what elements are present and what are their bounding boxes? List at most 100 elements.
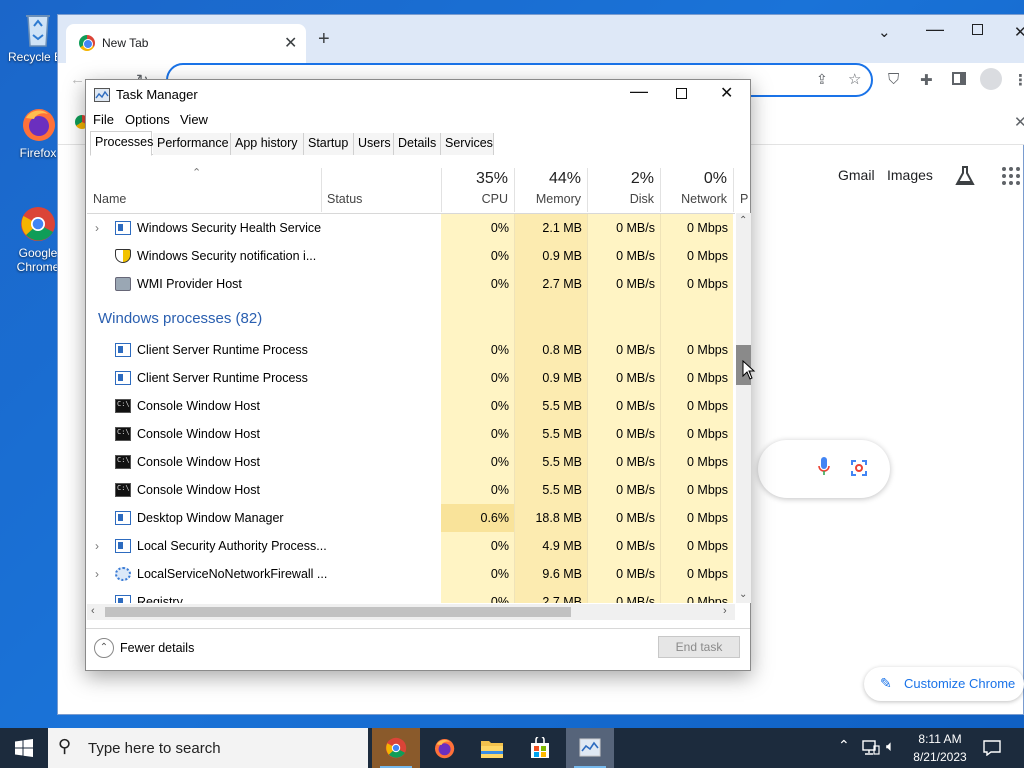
bookmark-star-icon[interactable]: ☆ — [848, 70, 861, 88]
bar-close-icon[interactable]: ✕ — [1014, 113, 1024, 131]
extensions-puzzle-icon[interactable]: ✚ — [920, 71, 933, 89]
taskbar-firefox-button[interactable] — [420, 728, 468, 768]
network-value: 0 Mbps — [687, 483, 728, 497]
process-row[interactable]: Client Server Runtime Process 0% 0.8 MB 0 M… — [87, 336, 735, 364]
process-name: Console Window Host — [137, 455, 260, 469]
side-panel-icon[interactable] — [952, 72, 966, 85]
process-row[interactable]: Console Window Host 0% 5.5 MB 0 MB/s 0 Mbps — [87, 392, 735, 420]
menu-options[interactable]: Options — [125, 112, 170, 127]
scroll-right-icon[interactable]: › — [723, 605, 727, 617]
process-row[interactable]: Desktop Window Manager 0.6% 18.8 MB 0 MB/s 0… — [87, 504, 735, 532]
taskbar-chrome-button[interactable] — [372, 728, 420, 768]
gmail-link[interactable]: Gmail — [838, 167, 875, 183]
disk-value: 0 MB/s — [616, 371, 655, 385]
minimize-icon[interactable]: — — [926, 19, 944, 40]
tab-processes[interactable]: Processes — [90, 131, 153, 156]
notification-center-icon[interactable] — [983, 740, 1001, 759]
taskbar-time[interactable]: 8:11 AM — [908, 732, 972, 746]
disk-value: 0 MB/s — [616, 343, 655, 357]
tab-startup[interactable]: Startup — [304, 133, 354, 155]
process-row[interactable]: › LocalServiceNoNetworkFirewall ... 0% 9.6 … — [87, 560, 735, 588]
minimize-icon[interactable]: — — [630, 81, 648, 102]
process-row[interactable]: › Windows Security Health Service 0% 2.1 MB… — [87, 214, 735, 242]
close-window-icon[interactable]: ✕ — [1014, 23, 1024, 41]
network-icon[interactable] — [862, 740, 880, 759]
network-value: 0 Mbps — [687, 343, 728, 357]
scroll-down-icon[interactable]: ⌄ — [739, 589, 747, 600]
process-row[interactable]: Registry 0% 2.7 MB 0 MB/s 0 Mbps — [87, 588, 735, 603]
close-icon[interactable]: ✕ — [720, 83, 733, 103]
taskbar-date[interactable]: 8/21/2023 — [908, 750, 972, 764]
cpu-value: 0% — [490, 277, 509, 291]
scroll-up-icon[interactable]: ⌃ — [739, 215, 747, 226]
new-tab-button[interactable]: + — [318, 29, 330, 49]
cpu-value: 0% — [490, 371, 509, 385]
maximize-icon[interactable] — [676, 88, 687, 99]
taskbar-search-box[interactable]: ⚲ Type here to search — [48, 728, 368, 768]
cpu-value: 0% — [490, 249, 509, 263]
disk-value: 0 MB/s — [616, 539, 655, 553]
network-value: 0 Mbps — [687, 427, 728, 441]
profile-avatar-icon[interactable] — [980, 68, 1002, 90]
cpu-value: 0% — [490, 595, 509, 603]
chrome-icon — [18, 204, 58, 244]
voice-search-mic-icon[interactable] — [818, 457, 830, 480]
collapse-chevron-icon[interactable]: ⌃ — [94, 638, 114, 658]
google-apps-icon[interactable] — [1002, 167, 1022, 187]
taskbar-store-button[interactable] — [516, 728, 564, 768]
expand-chevron-icon[interactable]: › — [95, 214, 99, 242]
menu-file[interactable]: File — [93, 112, 114, 127]
tab-close-icon[interactable]: ✕ — [284, 33, 297, 53]
column-status[interactable]: Status — [327, 192, 362, 206]
google-search-box[interactable] — [758, 440, 890, 498]
process-row[interactable]: Client Server Runtime Process 0% 0.9 MB 0 M… — [87, 364, 735, 392]
process-row[interactable]: Windows Security notification i... 0% 0.9 … — [87, 242, 735, 270]
scroll-left-icon[interactable]: ‹ — [91, 605, 95, 617]
extension-shield-icon[interactable]: ⛉ — [888, 71, 899, 88]
tab-details[interactable]: Details — [394, 133, 441, 155]
app-window-icon — [115, 371, 131, 385]
end-task-button[interactable]: End task — [658, 636, 740, 658]
expand-chevron-icon[interactable]: › — [95, 532, 99, 560]
taskbar-file-explorer-button[interactable] — [468, 728, 516, 768]
horizontal-scroll-thumb[interactable] — [105, 607, 571, 617]
start-windows-icon[interactable] — [15, 739, 33, 760]
horizontal-scrollbar[interactable]: ‹ › — [87, 604, 735, 620]
chrome-tab-new-tab[interactable]: New Tab ✕ — [66, 24, 306, 63]
process-row[interactable]: › Local Security Authority Process... 0% 4.… — [87, 532, 735, 560]
chrome-menu-icon[interactable]: ⋮ — [1013, 71, 1024, 89]
process-row[interactable]: Console Window Host 0% 5.5 MB 0 MB/s 0 Mbps — [87, 476, 735, 504]
disk-value: 0 MB/s — [616, 483, 655, 497]
memory-value: 2.1 MB — [542, 221, 582, 235]
tray-overflow-chevron-icon[interactable]: ⌃ — [838, 737, 850, 754]
fewer-details-link[interactable]: Fewer details — [120, 641, 194, 655]
images-link[interactable]: Images — [887, 167, 933, 183]
process-row[interactable]: WMI Provider Host 0% 2.7 MB 0 MB/s 0 Mbps — [87, 270, 735, 298]
tab-search-chevron-icon[interactable]: ⌄ — [878, 23, 891, 41]
app-window-icon — [115, 595, 131, 603]
menu-view[interactable]: View — [180, 112, 208, 127]
labs-flask-icon[interactable] — [954, 165, 976, 190]
group-header-windows-processes[interactable]: Windows processes (82) — [98, 300, 262, 338]
window-title: Task Manager — [116, 87, 198, 102]
tab-performance[interactable]: Performance — [153, 133, 231, 155]
back-icon[interactable]: ← — [70, 71, 85, 88]
tab-services[interactable]: Services — [441, 133, 494, 155]
column-name[interactable]: Name — [93, 192, 126, 206]
process-row[interactable]: Console Window Host 0% 5.5 MB 0 MB/s 0 Mbps — [87, 448, 735, 476]
tab-app-history[interactable]: App history — [231, 133, 304, 155]
vertical-scrollbar[interactable]: ⌃ ⌄ — [736, 213, 751, 603]
process-row[interactable]: Console Window Host 0% 5.5 MB 0 MB/s 0 Mbps — [87, 420, 735, 448]
share-icon[interactable]: ⇪ — [816, 71, 828, 88]
sort-ascending-icon: ⌃ — [192, 167, 202, 179]
google-lens-icon[interactable] — [850, 459, 868, 480]
volume-icon[interactable]: 🔈︎ — [886, 738, 895, 755]
task-manager-icon — [94, 88, 110, 102]
taskbar-task-manager-button[interactable] — [566, 728, 614, 768]
maximize-icon[interactable] — [972, 24, 983, 35]
customize-chrome-button[interactable]: ✎ Customize Chrome — [864, 667, 1024, 701]
expand-chevron-icon[interactable]: › — [95, 560, 99, 588]
column-power-partial[interactable]: P — [740, 192, 748, 206]
tab-users[interactable]: Users — [354, 133, 394, 155]
disk-value: 0 MB/s — [616, 455, 655, 469]
